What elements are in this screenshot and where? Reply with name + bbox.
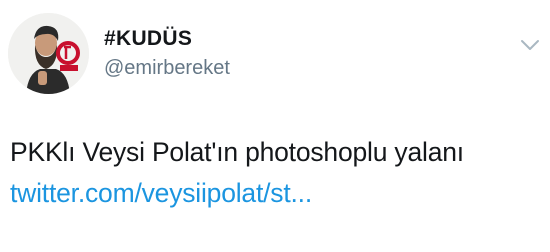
avatar[interactable] <box>8 13 89 94</box>
chevron-down-icon[interactable] <box>520 38 540 52</box>
author-display-name[interactable]: #KUDÜS <box>104 27 192 51</box>
tweet-text: PKKlı Veysi Polat'ın photoshoplu yalanı <box>10 137 464 167</box>
tweet-link[interactable]: twitter.com/veysiipolat/st... <box>10 178 312 209</box>
avatar-image <box>8 13 89 94</box>
tweet-card: #KUDÜS @emirbereket PKKlı Veysi Polat'ın… <box>0 0 550 252</box>
author-handle[interactable]: @emirbereket <box>104 57 230 80</box>
